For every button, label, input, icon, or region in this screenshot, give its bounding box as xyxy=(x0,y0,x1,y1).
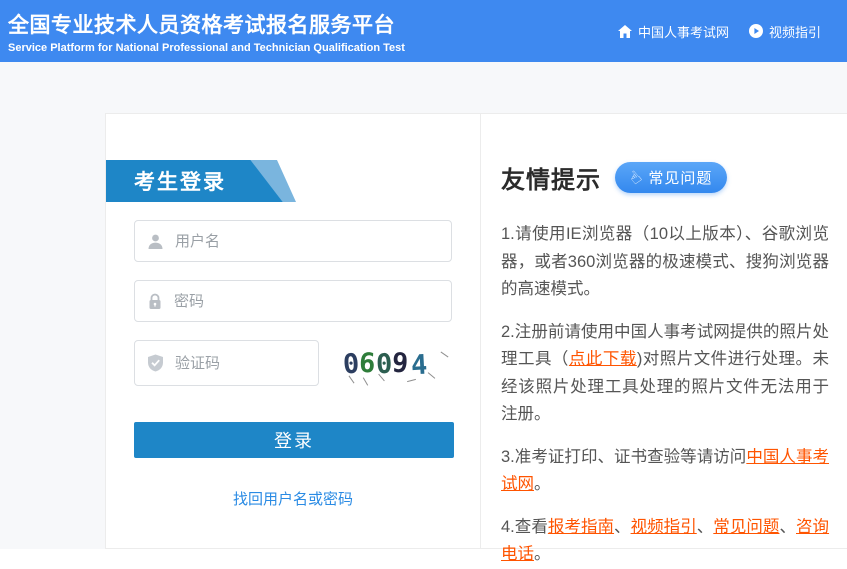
page-background: 考生登录 xyxy=(0,62,847,549)
tip-link[interactable]: 报考指南 xyxy=(548,518,614,536)
nav-link-video-guide[interactable]: 视频指引 xyxy=(749,22,821,41)
tip-item: 2.注册前请使用中国人事考试网提供的照片处理工具（点此下载)对照片文件进行处理。… xyxy=(501,319,829,429)
nav-link-cpta[interactable]: 中国人事考试网 xyxy=(618,22,729,41)
login-button[interactable]: 登录 xyxy=(134,422,454,458)
site-title: 全国专业技术人员资格考试报名服务平台 xyxy=(8,9,405,39)
tips-header: 友情提示 ☝ 常见问题 xyxy=(501,160,829,195)
faq-button[interactable]: ☝ 常见问题 xyxy=(615,162,727,193)
captcha-noise-mark xyxy=(428,372,436,379)
password-field-wrap xyxy=(134,280,452,322)
tip-link[interactable]: 中国人事考试网 xyxy=(501,448,829,494)
captcha-row: 0 6 0 9 4 xyxy=(134,340,452,386)
captcha-field-wrap xyxy=(134,340,319,386)
header-nav: 中国人事考试网 视频指引 xyxy=(618,22,821,41)
captcha-digit: 9 xyxy=(391,349,409,377)
captcha-digit: 6 xyxy=(359,349,377,377)
tips-list: 1.请使用IE浏览器（10以上版本）、谷歌浏览器，或者360浏览器的极速模式、搜… xyxy=(501,221,829,569)
login-form: 0 6 0 9 4 登录 找回用户名或密码 xyxy=(134,220,452,509)
captcha-noise-mark xyxy=(441,352,449,358)
nav-link-label: 中国人事考试网 xyxy=(638,22,729,41)
nav-link-label: 视频指引 xyxy=(769,22,821,41)
tip-item: 1.请使用IE浏览器（10以上版本）、谷歌浏览器，或者360浏览器的极速模式、搜… xyxy=(501,221,829,304)
tip-item: 3.准考证打印、证书查验等请访问中国人事考试网。 xyxy=(501,444,829,499)
tip-link[interactable]: 视频指引 xyxy=(631,518,697,536)
username-input[interactable] xyxy=(175,233,439,250)
site-subtitle: Service Platform for National Profession… xyxy=(8,42,405,54)
home-icon xyxy=(618,25,632,38)
captcha-image[interactable]: 0 6 0 9 4 xyxy=(341,340,452,386)
header-title-block: 全国专业技术人员资格考试报名服务平台 Service Platform for … xyxy=(8,9,405,54)
lock-icon xyxy=(147,293,163,310)
tips-panel: 友情提示 ☝ 常见问题 1.请使用IE浏览器（10以上版本）、谷歌浏览器，或者3… xyxy=(480,114,847,548)
password-input[interactable] xyxy=(174,293,439,310)
tips-title: 友情提示 xyxy=(501,160,601,195)
play-icon xyxy=(749,24,763,38)
forgot-credentials-link[interactable]: 找回用户名或密码 xyxy=(233,491,353,508)
tip-link[interactable]: 常见问题 xyxy=(713,518,779,536)
tip-link[interactable]: 点此下载 xyxy=(569,350,637,368)
shield-check-icon xyxy=(147,354,164,372)
faq-button-label: 常见问题 xyxy=(648,167,712,188)
captcha-digit: 4 xyxy=(410,351,428,379)
username-field-wrap xyxy=(134,220,452,262)
forgot-link-wrap: 找回用户名或密码 xyxy=(134,488,452,509)
page-header: 全国专业技术人员资格考试报名服务平台 Service Platform for … xyxy=(0,0,847,62)
user-icon xyxy=(147,233,164,250)
login-panel: 考生登录 xyxy=(106,114,480,548)
content-card: 考生登录 xyxy=(105,113,847,549)
tip-item: 4.查看报考指南、视频指引、常见问题、咨询电话。 xyxy=(501,514,829,569)
login-panel-ribbon: 考生登录 xyxy=(106,160,296,202)
pointing-hand-icon: ☝ xyxy=(626,167,646,187)
